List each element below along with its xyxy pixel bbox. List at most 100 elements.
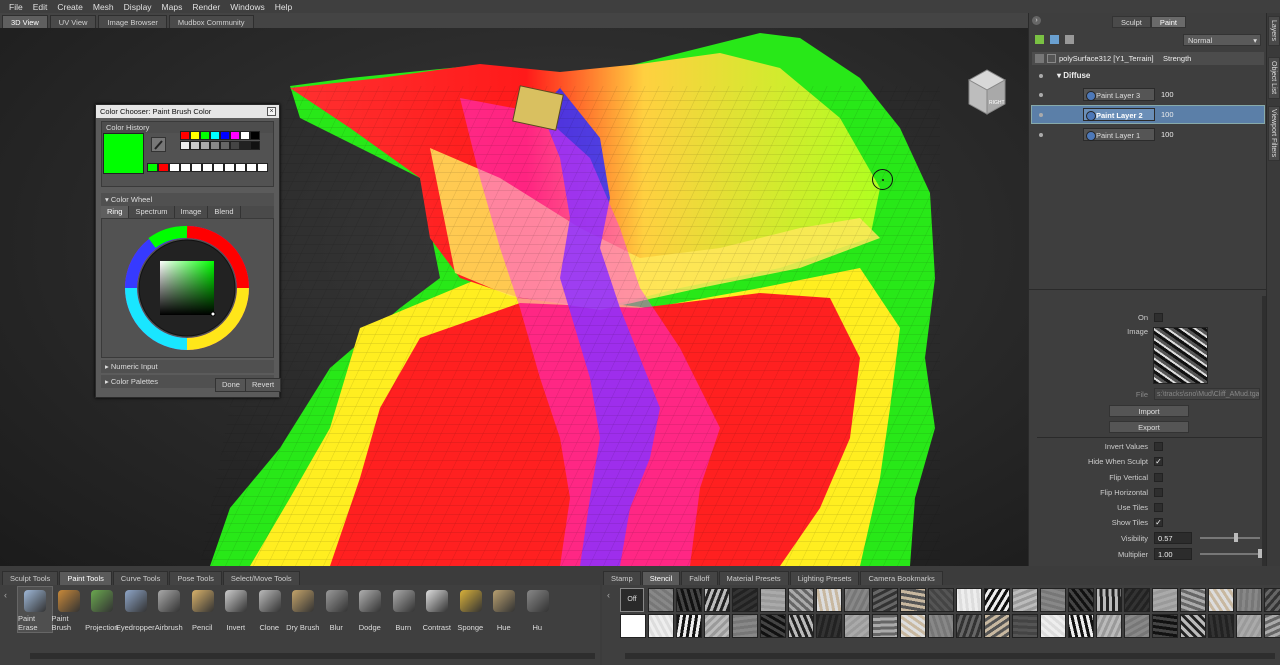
history-swatch[interactable] (235, 163, 246, 172)
stencil-thumbnail[interactable] (1236, 588, 1262, 612)
stencil-thumbnail[interactable] (844, 588, 870, 612)
palette-swatch[interactable] (250, 131, 260, 140)
tab-material-presets[interactable]: Material Presets (718, 571, 789, 585)
stencil-thumbnail[interactable] (1096, 614, 1122, 638)
history-swatch[interactable] (213, 163, 224, 172)
palette-swatch[interactable] (180, 131, 190, 140)
palette-swatch[interactable] (220, 131, 230, 140)
tool-dry-brush[interactable]: Dry Brush (286, 587, 320, 632)
menu-maps[interactable]: Maps (157, 2, 188, 12)
history-swatch[interactable] (191, 163, 202, 172)
history-swatch[interactable] (246, 163, 257, 172)
layer-strength-value[interactable]: 100 (1161, 110, 1174, 119)
done-button[interactable]: Done (215, 378, 247, 392)
eyedropper-icon[interactable] (151, 137, 166, 152)
tab-pose-tools[interactable]: Pose Tools (169, 571, 222, 585)
stencil-thumbnail[interactable] (928, 588, 954, 612)
stencil-thumbnail[interactable] (1068, 588, 1094, 612)
stencil-thumbnail[interactable] (1068, 614, 1094, 638)
tab-falloff[interactable]: Falloff (681, 571, 718, 585)
flip-vertical-checkbox[interactable] (1154, 472, 1163, 482)
tray-left-arrow-icon[interactable]: ‹ (4, 590, 7, 600)
history-swatch[interactable] (158, 163, 169, 172)
stencil-thumbnail[interactable] (732, 614, 758, 638)
tab-curve-tools[interactable]: Curve Tools (112, 571, 169, 585)
history-swatch[interactable] (169, 163, 180, 172)
show-tiles-checkbox[interactable]: ✓ (1154, 517, 1163, 527)
menu-render[interactable]: Render (187, 2, 225, 12)
color-wheel-header[interactable]: ▾ Color Wheel (101, 193, 274, 206)
multiplier-slider[interactable] (1200, 549, 1262, 558)
tool-eyedropper[interactable]: Eyedropper (116, 587, 155, 632)
stamp-left-arrow-icon[interactable]: ‹ (607, 590, 610, 600)
tool-airbrush[interactable]: Airbrush (152, 587, 186, 632)
stencil-thumbnail[interactable] (984, 614, 1010, 638)
stencil-thumbnail[interactable] (1208, 614, 1234, 638)
tool-paint-brush[interactable]: Paint Brush (52, 587, 86, 632)
menu-create[interactable]: Create (52, 2, 88, 12)
palette-swatch[interactable] (190, 141, 200, 150)
visibility-field[interactable]: 0.57 (1154, 532, 1192, 544)
stencil-thumbnail[interactable] (1040, 614, 1066, 638)
current-color-swatch[interactable] (103, 133, 144, 174)
tool-hu[interactable]: Hu (521, 587, 555, 632)
stencil-thumbnail[interactable] (956, 588, 982, 612)
palette-swatch[interactable] (210, 141, 220, 150)
stencil-thumbnail[interactable] (704, 588, 730, 612)
tab-stencil[interactable]: Stencil (641, 571, 681, 585)
stencil-thumbnail[interactable] (788, 614, 814, 638)
tab-camera-bookmarks[interactable]: Camera Bookmarks (860, 571, 943, 585)
stencil-thumbnail[interactable] (620, 614, 646, 638)
visibility-dot-icon[interactable] (1039, 132, 1043, 137)
stencil-thumbnail[interactable] (704, 614, 730, 638)
stencil-thumbnail[interactable] (1152, 614, 1178, 638)
layer-row[interactable]: Paint Layer 3 100 (1032, 86, 1264, 103)
stencil-thumbnail[interactable] (1012, 614, 1038, 638)
stencil-thumbnail[interactable] (1040, 588, 1066, 612)
lock-icon[interactable] (1047, 54, 1056, 63)
diffuse-group-row[interactable]: ▾ Diffuse (1032, 67, 1264, 84)
stencil-thumbnail[interactable] (928, 614, 954, 638)
paint-mode-button[interactable]: Paint (1150, 16, 1186, 28)
stencil-thumbnail[interactable] (900, 588, 926, 612)
color-ring[interactable] (122, 223, 252, 353)
history-swatch[interactable] (180, 163, 191, 172)
stencil-thumbnail[interactable] (648, 588, 674, 612)
menu-file[interactable]: File (4, 2, 28, 12)
palette-swatch[interactable] (240, 131, 250, 140)
history-swatch[interactable] (202, 163, 213, 172)
tab-layers[interactable]: Layers (1268, 16, 1280, 46)
duplicate-layer-icon[interactable] (1050, 35, 1059, 44)
menu-windows[interactable]: Windows (225, 2, 269, 12)
delete-layer-icon[interactable] (1065, 35, 1074, 44)
stencil-thumbnail[interactable] (732, 588, 758, 612)
stencil-thumbnail[interactable] (900, 614, 926, 638)
palette-swatch[interactable] (190, 131, 200, 140)
history-swatch[interactable] (257, 163, 268, 172)
export-button[interactable]: Export (1109, 421, 1189, 433)
stencil-thumbnail[interactable] (1124, 588, 1150, 612)
tab-uv-view[interactable]: UV View (49, 15, 97, 28)
stencil-thumbnail[interactable] (1236, 614, 1262, 638)
stencil-thumbnail[interactable] (816, 614, 842, 638)
stencil-thumbnail[interactable] (648, 614, 674, 638)
tab-object-list[interactable]: Object List (1268, 57, 1280, 99)
import-button[interactable]: Import (1109, 405, 1189, 417)
sculpt-mode-button[interactable]: Sculpt (1112, 16, 1151, 28)
tab-image-browser[interactable]: Image Browser (98, 15, 167, 28)
flip-horizontal-checkbox[interactable] (1154, 487, 1163, 497)
palette-swatch[interactable] (230, 131, 240, 140)
tab-viewport-filters[interactable]: Viewport Filters (1268, 106, 1280, 161)
eye-icon[interactable] (1035, 54, 1044, 63)
close-icon[interactable]: × (267, 107, 276, 116)
history-swatch[interactable] (224, 163, 235, 172)
stencil-thumbnail[interactable] (816, 588, 842, 612)
layer-name[interactable]: Paint Layer 3 (1083, 88, 1155, 101)
layer-strength-value[interactable]: 100 (1161, 90, 1174, 99)
tool-pencil[interactable]: Pencil (186, 587, 220, 632)
tool-burn[interactable]: Burn (387, 587, 421, 632)
tool-dodge[interactable]: Dodge (353, 587, 387, 632)
tab-spectrum[interactable]: Spectrum (129, 206, 175, 218)
stencil-thumbnail[interactable] (1124, 614, 1150, 638)
visibility-slider[interactable] (1200, 533, 1260, 542)
